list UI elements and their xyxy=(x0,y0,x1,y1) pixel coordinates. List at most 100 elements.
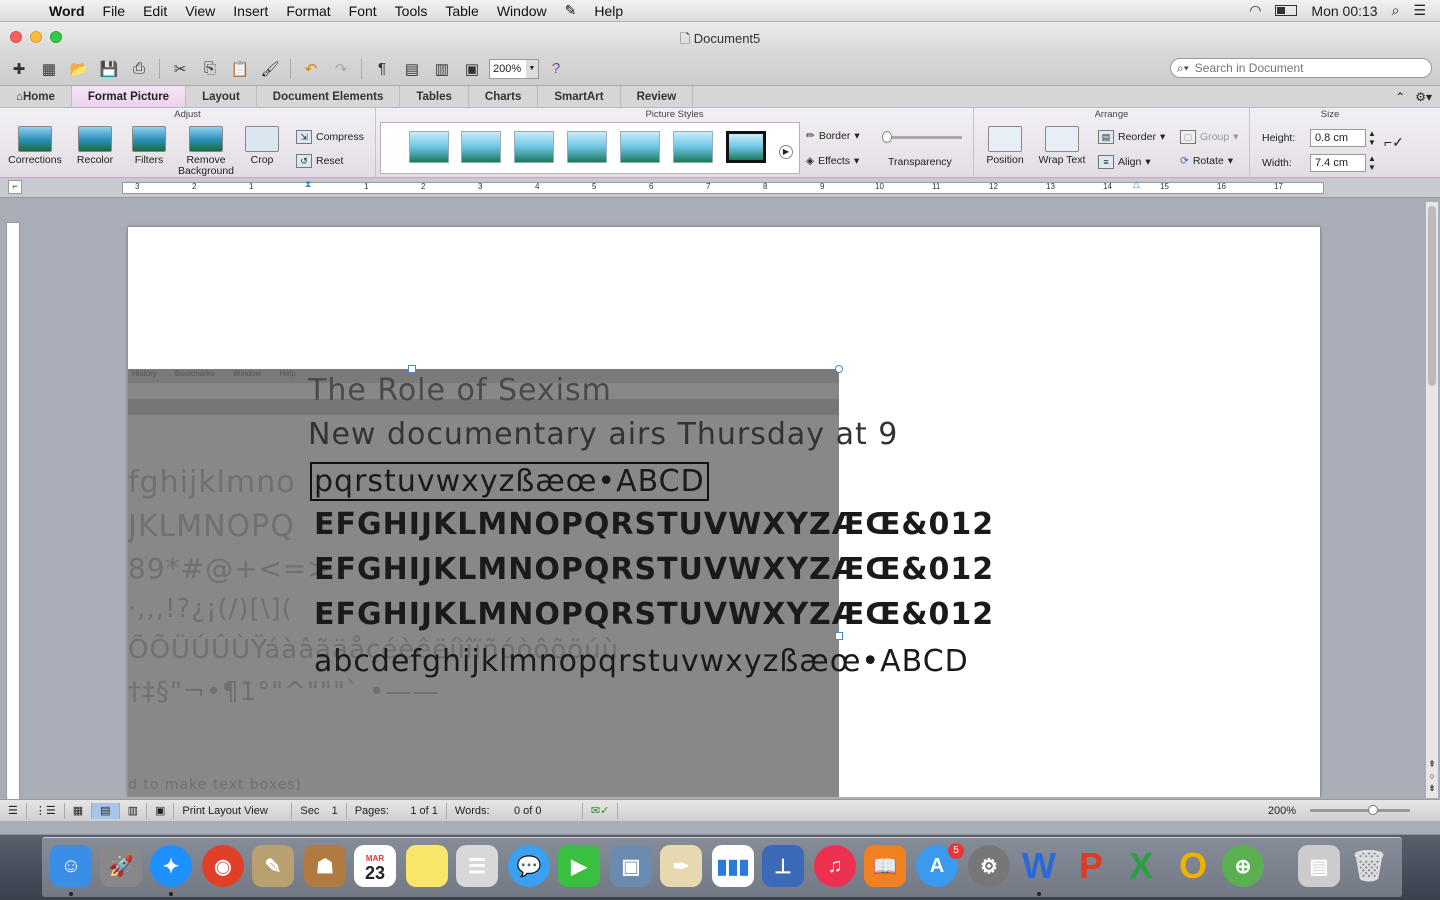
preview-icon[interactable]: ✎ xyxy=(252,845,294,887)
align-button[interactable]: ≡ Align ▾ xyxy=(1098,155,1151,169)
excel-icon[interactable]: X xyxy=(1120,845,1162,887)
tab-tables[interactable]: Tables xyxy=(400,86,469,107)
rotate-button[interactable]: ⟳ Rotate ▾ xyxy=(1180,155,1233,167)
itunes-icon[interactable]: ♫ xyxy=(814,845,856,887)
picture-style-3[interactable] xyxy=(514,131,554,163)
copy-icon[interactable]: ⎘ xyxy=(197,57,223,81)
new-document-icon[interactable]: ✚ xyxy=(6,57,32,81)
search-input[interactable] xyxy=(1194,61,1431,75)
finder-icon[interactable]: ☺ xyxy=(50,845,92,887)
picture-style-2[interactable] xyxy=(461,131,501,163)
templates-icon[interactable]: ▦ xyxy=(36,57,62,81)
tab-smartart[interactable]: SmartArt xyxy=(538,86,621,107)
doc-line-3-selected[interactable]: pqrstuvwxyzßæœ•ABCD xyxy=(310,462,709,501)
messages-icon[interactable]: 💬 xyxy=(508,845,550,887)
group-button[interactable]: ▢ Group ▾ xyxy=(1180,130,1238,144)
notification-center-icon[interactable]: ☰ xyxy=(1413,2,1426,19)
vertical-ruler[interactable] xyxy=(6,222,20,802)
effects-button[interactable]: ◈ Effects ▾ xyxy=(806,155,859,167)
view-icon[interactable]: ▤ xyxy=(399,57,425,81)
clock[interactable]: Mon 00:13 xyxy=(1311,3,1377,19)
document-canvas[interactable]: History Bookmarks Window Help fghijklmno… xyxy=(26,199,1424,797)
safari-icon[interactable]: ✦ xyxy=(150,845,192,887)
iphoto-icon[interactable]: ▣ xyxy=(610,845,652,887)
chevron-down-icon[interactable]: ▼ xyxy=(526,59,538,78)
menu-app-name[interactable]: Word xyxy=(40,3,94,19)
gallery-next-icon[interactable]: ▶ xyxy=(779,145,793,159)
menu-help[interactable]: Help xyxy=(585,3,632,19)
draft-view-icon[interactable]: ☰ xyxy=(0,802,27,819)
menu-view[interactable]: View xyxy=(176,3,224,19)
search-icon[interactable]: ⌕▾ xyxy=(1177,61,1189,76)
recolor-button[interactable]: Recolor xyxy=(68,126,122,166)
reminders-icon[interactable]: ☰ xyxy=(456,845,498,887)
trash-icon[interactable]: 🗑 xyxy=(1348,845,1390,887)
save-icon[interactable]: 💾 xyxy=(96,57,122,81)
media-browser-icon[interactable]: ▣ xyxy=(459,57,485,81)
search-box[interactable]: ⌕▾ xyxy=(1170,58,1432,78)
scrollbar-thumb[interactable] xyxy=(1428,206,1436,386)
tab-format-picture[interactable]: Format Picture xyxy=(71,86,187,107)
menu-font[interactable]: Font xyxy=(340,3,386,19)
vertical-scrollbar[interactable]: ⇞ ○ ⇟ xyxy=(1426,202,1438,798)
menu-tools[interactable]: Tools xyxy=(386,3,437,19)
width-field[interactable]: 7.4 cm xyxy=(1310,154,1366,172)
crop-button[interactable]: Crop xyxy=(238,126,286,166)
picture-style-5[interactable] xyxy=(620,131,660,163)
resize-handle-right[interactable] xyxy=(835,632,843,640)
position-button[interactable]: Position xyxy=(980,126,1030,166)
print-icon[interactable]: ⎙ xyxy=(126,57,152,81)
zoom-slider-thumb[interactable] xyxy=(1368,805,1378,815)
page-navigation-icons[interactable]: ⇞ ○ ⇟ xyxy=(1426,758,1438,794)
calendar-icon[interactable]: MAR 23 xyxy=(354,845,396,887)
zoom-slider[interactable] xyxy=(1310,805,1410,815)
publishing-view-icon[interactable]: ▦ xyxy=(65,802,93,819)
menu-table[interactable]: Table xyxy=(436,3,487,19)
horizontal-ruler[interactable]: ⌐ 3 2 1 ⧗ 1 2 3 4 5 6 7 8 9 10 11 12 13 … xyxy=(0,178,1440,198)
ribbon-settings-icon[interactable]: ⚙▾ xyxy=(1415,90,1432,104)
word-icon[interactable]: W xyxy=(1018,845,1060,887)
menu-file[interactable]: File xyxy=(94,3,135,19)
pages-app-icon[interactable]: ✒ xyxy=(660,845,702,887)
paste-icon[interactable]: 📋 xyxy=(227,57,253,81)
height-field[interactable]: 0.8 cm xyxy=(1310,129,1366,147)
format-painter-icon[interactable]: 🖌 xyxy=(257,57,283,81)
filters-button[interactable]: Filters xyxy=(124,126,174,166)
tab-charts[interactable]: Charts xyxy=(469,86,539,107)
cut-icon[interactable]: ✂ xyxy=(167,57,193,81)
powerpoint-icon[interactable]: P xyxy=(1070,845,1112,887)
width-stepper[interactable]: ▲ ▼ xyxy=(1368,154,1376,172)
keynote-icon[interactable]: ⊥ xyxy=(762,845,804,887)
collapse-ribbon-icon[interactable]: ⌃ xyxy=(1395,90,1405,104)
tab-home[interactable]: ⌂ Home xyxy=(0,86,72,107)
undo-icon[interactable]: ↶ xyxy=(298,57,324,81)
height-stepper[interactable]: ▲ ▼ xyxy=(1368,129,1376,147)
zoom-dropdown[interactable]: 200% ▼ xyxy=(489,58,539,79)
transparency-slider[interactable] xyxy=(882,131,962,143)
notes-icon[interactable] xyxy=(406,845,448,887)
picture-style-6[interactable] xyxy=(673,131,713,163)
open-icon[interactable]: 📂 xyxy=(66,57,92,81)
indent-marker-icon[interactable]: ⧗ xyxy=(305,179,311,190)
outline-view-icon[interactable]: ⋮☰ xyxy=(27,802,65,819)
numbers-icon[interactable]: ▮▮▮ xyxy=(712,845,754,887)
show-formatting-icon[interactable]: ¶ xyxy=(369,57,395,81)
sidebar-icon[interactable]: ▥ xyxy=(429,57,455,81)
help-icon[interactable]: ? xyxy=(543,57,569,81)
script-menu-icon[interactable]: ✎ xyxy=(556,2,586,19)
resize-handle-top-right[interactable] xyxy=(835,365,843,373)
battery-icon[interactable] xyxy=(1275,5,1298,16)
launchpad-icon[interactable]: 🚀 xyxy=(100,845,142,887)
tab-review[interactable]: Review xyxy=(621,86,694,107)
facetime-icon[interactable]: ▶ xyxy=(558,845,600,887)
tab-document-elements[interactable]: Document Elements xyxy=(257,86,401,107)
reset-button[interactable]: ↺ Reset xyxy=(296,154,343,168)
spelling-check-icon[interactable]: ✉✓ xyxy=(583,802,619,819)
picture-style-7[interactable] xyxy=(726,131,766,163)
system-preferences-icon[interactable]: ⚙ xyxy=(968,845,1010,887)
menu-insert[interactable]: Insert xyxy=(224,3,277,19)
slider-thumb[interactable] xyxy=(882,131,892,143)
lock-aspect-ratio-icon[interactable]: ⌐✓ xyxy=(1384,134,1404,151)
redo-icon[interactable]: ↷ xyxy=(328,57,354,81)
document-page[interactable]: History Bookmarks Window Help fghijklmno… xyxy=(128,227,1320,797)
